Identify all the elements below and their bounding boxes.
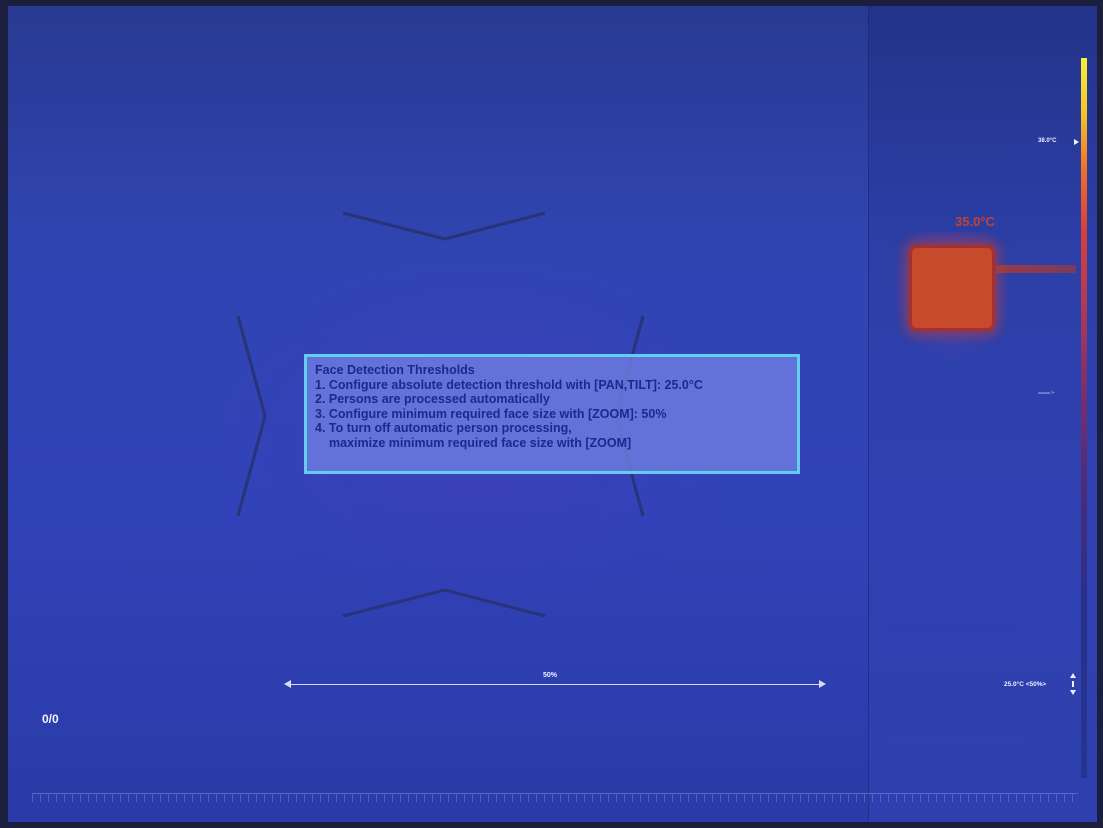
scale-mid-marker: ▬▬ ▸ <box>1038 390 1055 396</box>
instruction-line-4: 4. To turn off automatic person processi… <box>315 421 572 435</box>
scale-max-label: 38.0°C <box>1038 138 1057 144</box>
instruction-line-2: 2. Persons are processed automatically <box>315 392 550 406</box>
face-detection-thresholds-panel: Face Detection Thresholds 1. Configure a… <box>304 354 800 474</box>
face-size-line <box>290 684 820 685</box>
panel-title: Face Detection Thresholds <box>315 363 475 377</box>
arrow-right-icon <box>819 680 826 688</box>
bottom-tick-scale <box>32 794 1078 802</box>
up-down-arrows-icon <box>1068 673 1078 695</box>
hot-object <box>909 245 995 331</box>
hot-object-temperature: 35.0°C <box>955 214 995 229</box>
guide-chevron-left <box>236 315 267 517</box>
guide-chevron-top <box>342 211 546 241</box>
face-size-label: 50% <box>543 672 558 679</box>
temperature-color-scale <box>1081 58 1087 778</box>
threshold-readout: 25.0°C <50%> <box>1004 681 1047 688</box>
instruction-line-3: 3. Configure minimum required face size … <box>315 406 667 421</box>
guide-chevron-bottom <box>342 588 546 618</box>
person-counter: 0/0 <box>42 712 59 726</box>
thermal-camera-view: Face Detection Thresholds 1. Configure a… <box>8 6 1097 822</box>
instruction-line-5: maximize minimum required face size with… <box>329 435 632 450</box>
instruction-line-1: 1. Configure absolute detection threshol… <box>315 377 703 392</box>
triangle-right-icon <box>1074 139 1079 145</box>
face-size-indicator: 50% <box>284 672 826 694</box>
hot-object-marker-line <box>996 265 1076 273</box>
